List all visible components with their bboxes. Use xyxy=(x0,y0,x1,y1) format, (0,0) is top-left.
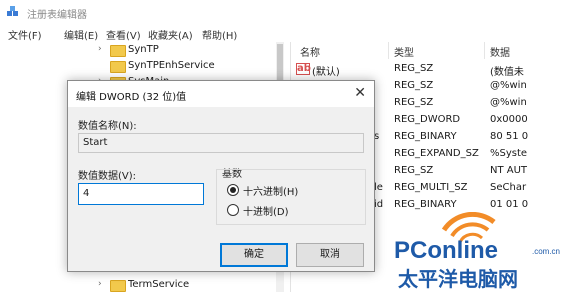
dialog-body: 数值名称(N): Start 数值数据(V): 4 基数 十六进制(H) 十进制… xyxy=(68,107,374,271)
value-type: REG_BINARY xyxy=(394,199,457,210)
column-divider[interactable] xyxy=(388,42,389,59)
value-type: REG_SZ xyxy=(394,97,434,108)
menu-file[interactable]: 文件(F) xyxy=(8,27,42,42)
radio-decimal-label[interactable]: 十进制(D) xyxy=(243,203,289,218)
menu-edit[interactable]: 编辑(E) xyxy=(64,27,98,42)
value-data: @%win xyxy=(490,97,527,108)
base-group: 十六进制(H) 十进制(D) xyxy=(216,169,366,225)
value-type: REG_DWORD xyxy=(394,114,461,125)
value-data-input[interactable]: 4 xyxy=(78,183,204,205)
menu-favorites[interactable]: 收藏夹(A) xyxy=(148,27,193,42)
value-data-text: 4 xyxy=(83,188,90,199)
column-header-name[interactable]: 名称 xyxy=(300,44,320,59)
folder-icon xyxy=(110,280,126,292)
chevron-right-icon[interactable]: › xyxy=(98,279,102,289)
value-name-label: 数值名称(N): xyxy=(78,121,137,132)
value-type: REG_SZ xyxy=(394,63,434,74)
value-data: @%win xyxy=(490,80,527,91)
window-title: 注册表编辑器 xyxy=(27,10,87,21)
radio-hex[interactable] xyxy=(227,184,239,196)
value-name-field: Start xyxy=(78,133,364,153)
close-icon[interactable]: ✕ xyxy=(354,85,366,101)
menu-bar: 文件(F) 编辑(E) 查看(V) 收藏夹(A) 帮助(H) xyxy=(0,24,566,42)
value-data: (数值未 xyxy=(490,67,524,78)
value-data: 01 01 0 xyxy=(490,199,529,210)
menu-help[interactable]: 帮助(H) xyxy=(202,27,237,42)
menu-view[interactable]: 查看(V) xyxy=(106,27,141,42)
cancel-button[interactable]: 取消 xyxy=(296,243,364,267)
chevron-right-icon[interactable]: › xyxy=(98,44,102,54)
radio-hex-label[interactable]: 十六进制(H) xyxy=(243,183,298,198)
pconline-watermark: PConline .com.cn 太平洋电脑网 xyxy=(394,212,560,291)
title-bar: 注册表编辑器 xyxy=(0,0,566,24)
table-row[interactable]: ab (默认) REG_SZ (数值未 xyxy=(294,61,566,78)
value-type: REG_SZ xyxy=(394,165,434,176)
string-value-icon: ab xyxy=(296,63,311,75)
folder-icon xyxy=(110,45,126,57)
column-divider[interactable] xyxy=(484,42,485,59)
dialog-title: 编辑 DWORD (32 位)值 xyxy=(76,92,187,103)
value-name: (默认) xyxy=(312,67,340,78)
value-data: SeChar xyxy=(490,182,527,193)
edit-dword-dialog: 编辑 DWORD (32 位)值 ✕ 数值名称(N): Start 数值数据(V… xyxy=(67,80,375,272)
column-header-type[interactable]: 类型 xyxy=(394,44,414,59)
value-data: NT AUT xyxy=(490,165,528,176)
value-type: REG_EXPAND_SZ xyxy=(394,148,479,159)
value-type: REG_BINARY xyxy=(394,131,457,142)
regedit-icon xyxy=(7,6,18,16)
value-name-text: Start xyxy=(83,137,108,148)
value-name: le xyxy=(374,182,383,193)
value-type: REG_SZ xyxy=(394,80,434,91)
column-header-data[interactable]: 数据 xyxy=(490,44,510,59)
value-data-label: 数值数据(V): xyxy=(78,171,137,182)
ok-button[interactable]: 确定 xyxy=(220,243,288,267)
svg-text:PConline: PConline xyxy=(394,237,498,264)
radio-decimal[interactable] xyxy=(227,204,239,216)
tree-item-label: TermService xyxy=(128,279,190,290)
scrollbar-thumb[interactable] xyxy=(277,44,283,84)
value-type: REG_MULTI_SZ xyxy=(394,182,468,193)
svg-text:太平洋电脑网: 太平洋电脑网 xyxy=(398,267,518,291)
tree-item-label: SynTP xyxy=(128,44,159,55)
value-name: id xyxy=(374,199,384,210)
value-data: 0x0000 xyxy=(490,114,528,125)
tree-item-label: SynTPEnhService xyxy=(128,60,215,71)
svg-text:.com.cn: .com.cn xyxy=(532,247,560,256)
value-data: %Syste xyxy=(490,148,528,159)
value-data: 80 51 0 xyxy=(490,131,529,142)
folder-icon xyxy=(110,61,126,73)
